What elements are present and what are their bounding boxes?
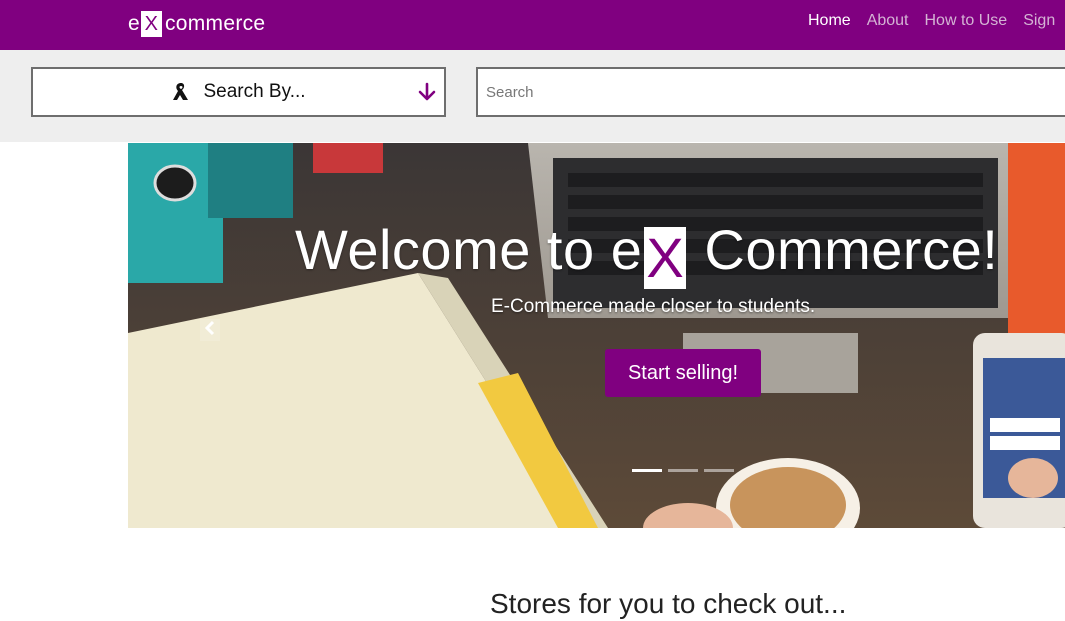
stores-heading: Stores for you to check out...	[490, 588, 847, 619]
logo-x-badge: X	[140, 11, 162, 37]
carousel-indicators	[632, 469, 734, 472]
brand-logo[interactable]: e Xcommerce	[128, 10, 265, 38]
hero-carousel: Welcome to eX Commerce! E-Commerce made …	[128, 143, 1065, 528]
carousel-prev-button[interactable]	[200, 319, 220, 341]
search-bar: Search By...	[0, 50, 1065, 142]
carousel-indicator-3[interactable]	[704, 469, 734, 472]
carousel-indicator-1[interactable]	[632, 469, 662, 472]
start-selling-button[interactable]: Start selling!	[605, 349, 761, 397]
hero-title-end: Commerce!	[688, 218, 999, 281]
nav-links: Home About How to Use Sign	[808, 12, 1055, 30]
search-by-label: Search By...	[203, 81, 306, 102]
logo-prefix: e	[128, 12, 140, 35]
top-navbar: e Xcommerce Home About How to Use Sign	[0, 0, 1065, 50]
ribbon-icon	[171, 81, 191, 103]
carousel-indicator-2[interactable]	[668, 469, 698, 472]
hero-background-image	[128, 143, 1065, 528]
hero-title-x-badge: X	[644, 227, 687, 289]
nav-sign-link[interactable]: Sign	[1023, 12, 1055, 30]
chevron-left-icon	[204, 320, 216, 341]
nav-home-link[interactable]: Home	[808, 12, 851, 30]
nav-how-to-use-link[interactable]: How to Use	[925, 12, 1008, 30]
hero-title-start: Welcome to e	[295, 218, 643, 281]
nav-about-link[interactable]: About	[867, 12, 909, 30]
search-by-dropdown[interactable]: Search By...	[31, 67, 446, 117]
hero-subtitle: E-Commerce made closer to students.	[491, 296, 816, 317]
logo-suffix: commerce	[164, 12, 266, 35]
hero-title: Welcome to eX Commerce!	[295, 217, 998, 289]
search-input[interactable]	[476, 67, 1065, 117]
arrow-down-icon	[416, 81, 438, 103]
